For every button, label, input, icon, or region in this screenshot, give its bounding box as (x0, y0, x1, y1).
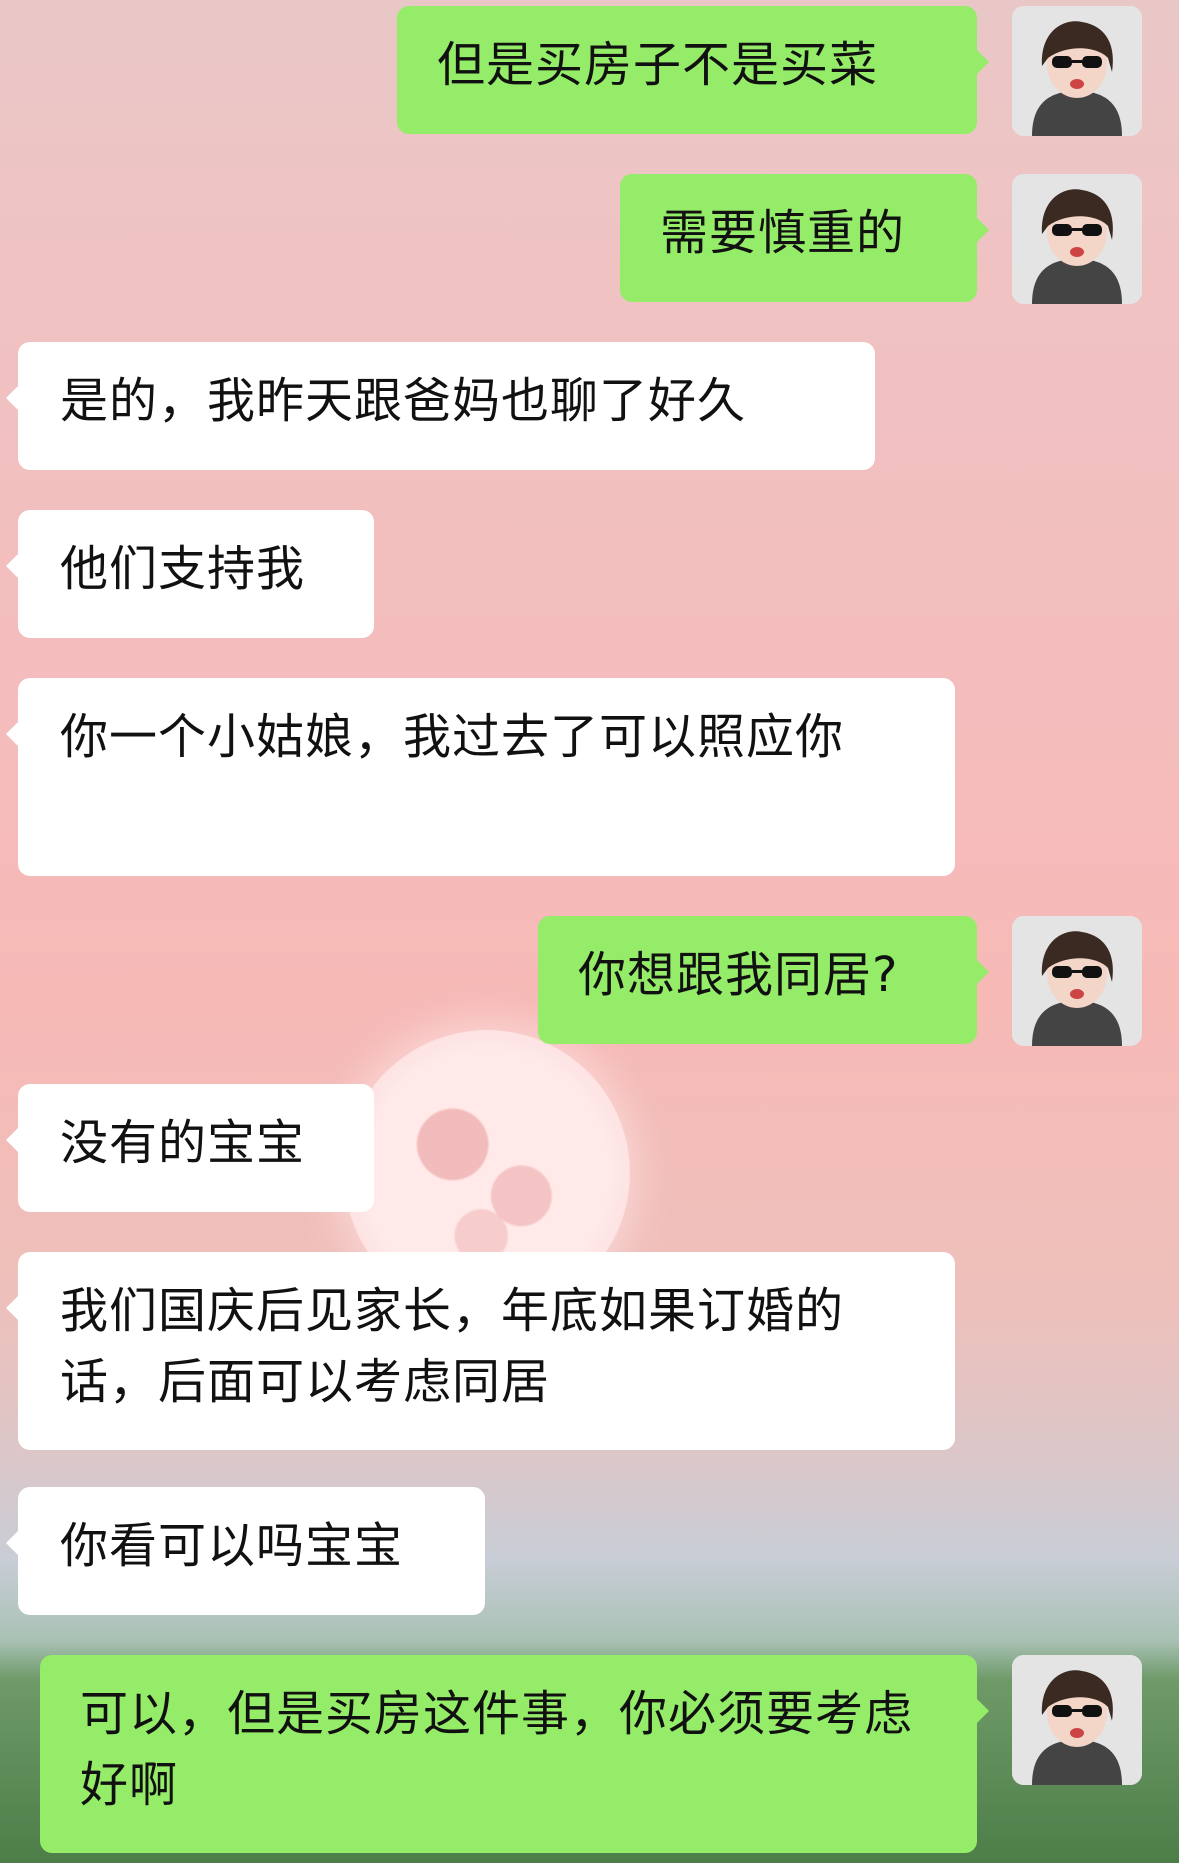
message-text: 没有的宝宝 (60, 1115, 306, 1171)
chat-bubble-sent[interactable]: 但是买房子不是买菜 (397, 6, 989, 134)
message-text: 但是买房子不是买菜 (437, 37, 879, 93)
chat-bubble-sent[interactable]: 可以，但是买房这件事，你必须要考虑好啊 (40, 1655, 989, 1853)
message-text: 可以，但是买房这件事，你必须要考虑好啊 (80, 1686, 914, 1813)
chat-bubble-received[interactable]: 你一个小姑娘，我过去了可以照应你 (6, 678, 955, 876)
chat-bubble-sent[interactable]: 需要慎重的 (620, 174, 989, 302)
chat-bubble-received[interactable]: 是的，我昨天跟爸妈也聊了好久 (6, 342, 875, 470)
chat-bubble-received[interactable]: 他们支持我 (6, 510, 374, 638)
message-text: 需要慎重的 (660, 205, 906, 261)
message-text: 你一个小姑娘，我过去了可以照应你 (60, 709, 845, 765)
message-text: 我们国庆后见家长，年底如果订婚的话，后面可以考虑同居 (60, 1283, 845, 1410)
chat-bubble-received[interactable]: 没有的宝宝 (6, 1084, 374, 1212)
chat-bubble-sent[interactable]: 你想跟我同居? (538, 916, 989, 1044)
user-avatar-icon[interactable] (1012, 6, 1142, 136)
message-text: 他们支持我 (60, 541, 306, 597)
message-text: 你想跟我同居? (578, 947, 899, 1003)
chat-bubble-received[interactable]: 你看可以吗宝宝 (6, 1487, 485, 1615)
user-avatar-icon[interactable] (1012, 174, 1142, 304)
message-text: 是的，我昨天跟爸妈也聊了好久 (60, 373, 747, 429)
message-text: 你看可以吗宝宝 (60, 1518, 404, 1574)
user-avatar-icon[interactable] (1012, 1655, 1142, 1785)
user-avatar-icon[interactable] (1012, 916, 1142, 1046)
chat-bubble-received[interactable]: 我们国庆后见家长，年底如果订婚的话，后面可以考虑同居 (6, 1252, 955, 1450)
